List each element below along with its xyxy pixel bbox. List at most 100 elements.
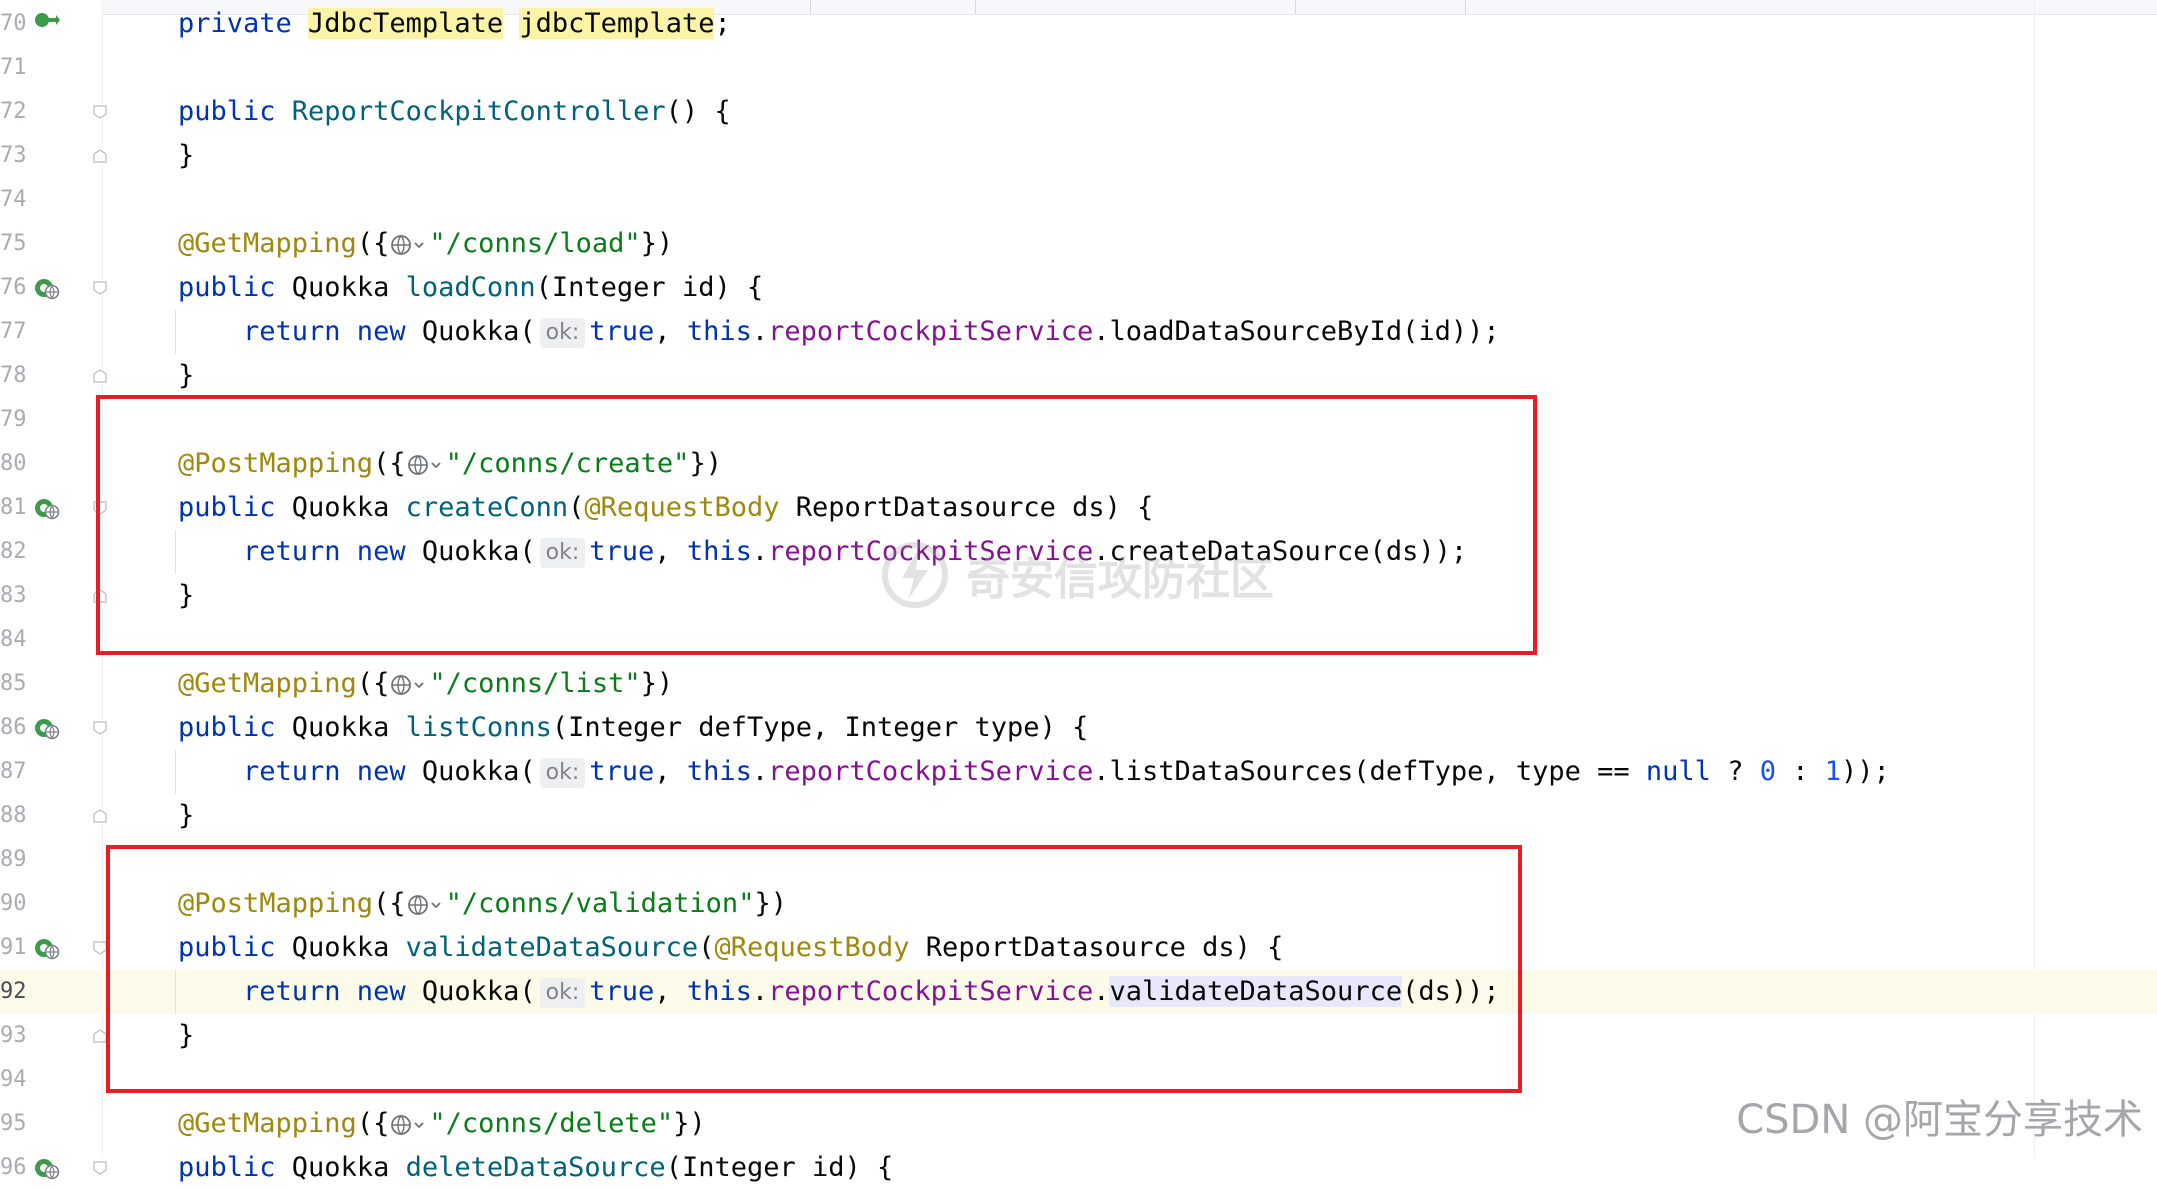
line-number[interactable]: 86 (0, 706, 27, 750)
line-number[interactable]: 83 (0, 574, 27, 618)
code-token: "/conns/delete" (429, 1108, 674, 1139)
code-token: private (178, 8, 309, 39)
code-token: }) (640, 668, 674, 699)
line-number[interactable]: 77 (0, 310, 27, 354)
indent-guide (175, 310, 176, 354)
code-text[interactable]: @GetMapping({"/conns/load"}) (178, 222, 673, 266)
code-token: }) (640, 228, 674, 259)
line-number[interactable]: 78 (0, 354, 27, 398)
code-token: this (686, 756, 752, 787)
spring-bean-endpoint-icon[interactable] (34, 276, 60, 300)
code-token: . (751, 756, 769, 787)
line-number[interactable]: 89 (0, 838, 27, 882)
code-token: reportCockpitService (768, 756, 1094, 787)
url-globe-icon[interactable] (389, 672, 429, 698)
highlight-box-validate-datasource (106, 845, 1522, 1093)
code-line[interactable]: 70 private JdbcTemplate jdbcTemplate; (0, 2, 2157, 46)
line-number[interactable]: 92 (0, 970, 27, 1014)
code-line[interactable]: 78} (0, 354, 2157, 398)
fold-start-icon[interactable] (93, 281, 107, 295)
code-line[interactable]: 76 public Quokka loadConn(Integer id) { (0, 266, 2157, 310)
code-line[interactable]: 85 @GetMapping({"/conns/list"}) (0, 662, 2157, 706)
line-number[interactable]: 93 (0, 1014, 27, 1058)
code-text[interactable]: @GetMapping({"/conns/list"}) (178, 662, 673, 706)
fold-start-icon[interactable] (93, 721, 107, 735)
url-globe-icon[interactable] (389, 232, 429, 258)
spring-bean-endpoint-icon[interactable] (34, 496, 60, 520)
spring-bean-endpoint-icon[interactable] (34, 716, 60, 740)
line-number[interactable]: 95 (0, 1102, 27, 1146)
code-token: Quokka( (421, 756, 536, 787)
fold-end-icon[interactable] (93, 369, 107, 383)
parameter-name-hint: ok: (539, 317, 586, 348)
code-line[interactable]: 77 return new Quokka(ok: true, this.repor… (0, 310, 2157, 354)
code-token: public (178, 96, 292, 127)
code-text[interactable]: } (178, 134, 194, 178)
line-number[interactable]: 76 (0, 266, 27, 310)
override-arrow-icon[interactable] (34, 12, 60, 36)
code-token: () { (665, 96, 731, 127)
url-globe-icon[interactable] (389, 1112, 429, 1138)
spring-bean-endpoint-icon[interactable] (34, 936, 60, 960)
line-number[interactable]: 72 (0, 90, 27, 134)
code-text[interactable]: private JdbcTemplate jdbcTemplate; (178, 2, 731, 46)
code-text[interactable]: } (178, 794, 194, 838)
code-token: Quokka (291, 712, 406, 743)
line-number[interactable]: 71 (0, 46, 27, 90)
code-token: ({ (356, 668, 390, 699)
line-number[interactable]: 80 (0, 442, 27, 486)
line-number[interactable]: 90 (0, 882, 27, 926)
code-line[interactable]: 86 public Quokka listConns(Integer defTyp… (0, 706, 2157, 750)
line-number[interactable]: 73 (0, 134, 27, 178)
line-number[interactable]: 84 (0, 618, 27, 662)
code-token: return new (178, 316, 422, 347)
code-line[interactable]: 71 (0, 46, 2157, 90)
code-text[interactable]: return new Quokka(ok: true, this.reportCo… (178, 310, 1500, 354)
code-token: @GetMapping (178, 668, 357, 699)
line-number[interactable]: 81 (0, 486, 27, 530)
watermark-text: 奇安信攻防社区 (966, 554, 1274, 605)
code-text[interactable]: public ReportCockpitController() { (178, 90, 731, 134)
fold-end-icon[interactable] (93, 149, 107, 163)
fold-start-icon[interactable] (93, 1161, 107, 1175)
fold-start-icon[interactable] (93, 105, 107, 119)
code-token: : (1775, 756, 1825, 787)
code-text[interactable]: public Quokka loadConn(Integer id) { (178, 266, 763, 310)
line-number[interactable]: 88 (0, 794, 27, 838)
code-line[interactable]: 73} (0, 134, 2157, 178)
code-token: JdbcTemplate (308, 8, 504, 39)
code-token: this (686, 316, 752, 347)
line-number[interactable]: 85 (0, 662, 27, 706)
spring-bean-endpoint-icon[interactable] (34, 1156, 60, 1180)
code-token: ReportCockpitController (291, 96, 666, 127)
line-number[interactable]: 82 (0, 530, 27, 574)
code-text[interactable]: return new Quokka(ok: true, this.reportCo… (178, 750, 1890, 794)
line-number[interactable]: 74 (0, 178, 27, 222)
code-line[interactable]: 88} (0, 794, 2157, 838)
fold-end-icon[interactable] (93, 809, 107, 823)
code-token: } (178, 360, 195, 391)
code-token: 1 (1824, 756, 1842, 787)
code-text[interactable]: public Quokka listConns(Integer defType,… (178, 706, 1088, 750)
code-token: return new (178, 756, 422, 787)
code-line[interactable]: 96 public Quokka deleteDataSource(Integer… (0, 1146, 2157, 1190)
line-number[interactable]: 79 (0, 398, 27, 442)
code-token: public (178, 272, 292, 303)
line-number[interactable]: 96 (0, 1146, 27, 1190)
code-line[interactable]: 72 public ReportCockpitController() { (0, 90, 2157, 134)
fold-start-icon[interactable] (93, 941, 107, 955)
line-number[interactable]: 94 (0, 1058, 27, 1102)
code-text[interactable]: } (178, 354, 194, 398)
code-text[interactable]: @GetMapping({"/conns/delete"}) (178, 1102, 706, 1146)
line-number[interactable]: 70 (0, 2, 27, 46)
code-line[interactable]: 75 @GetMapping({"/conns/load"}) (0, 222, 2157, 266)
line-number[interactable]: 91 (0, 926, 27, 970)
code-token: )); (1841, 756, 1890, 787)
code-line[interactable]: 74 (0, 178, 2157, 222)
code-text[interactable]: public Quokka deleteDataSource(Integer i… (178, 1146, 893, 1190)
line-number[interactable]: 75 (0, 222, 27, 266)
fold-end-icon[interactable] (93, 1029, 107, 1043)
line-number[interactable]: 87 (0, 750, 27, 794)
code-line[interactable]: 87 return new Quokka(ok: true, this.repor… (0, 750, 2157, 794)
code-token: Quokka( (421, 316, 536, 347)
